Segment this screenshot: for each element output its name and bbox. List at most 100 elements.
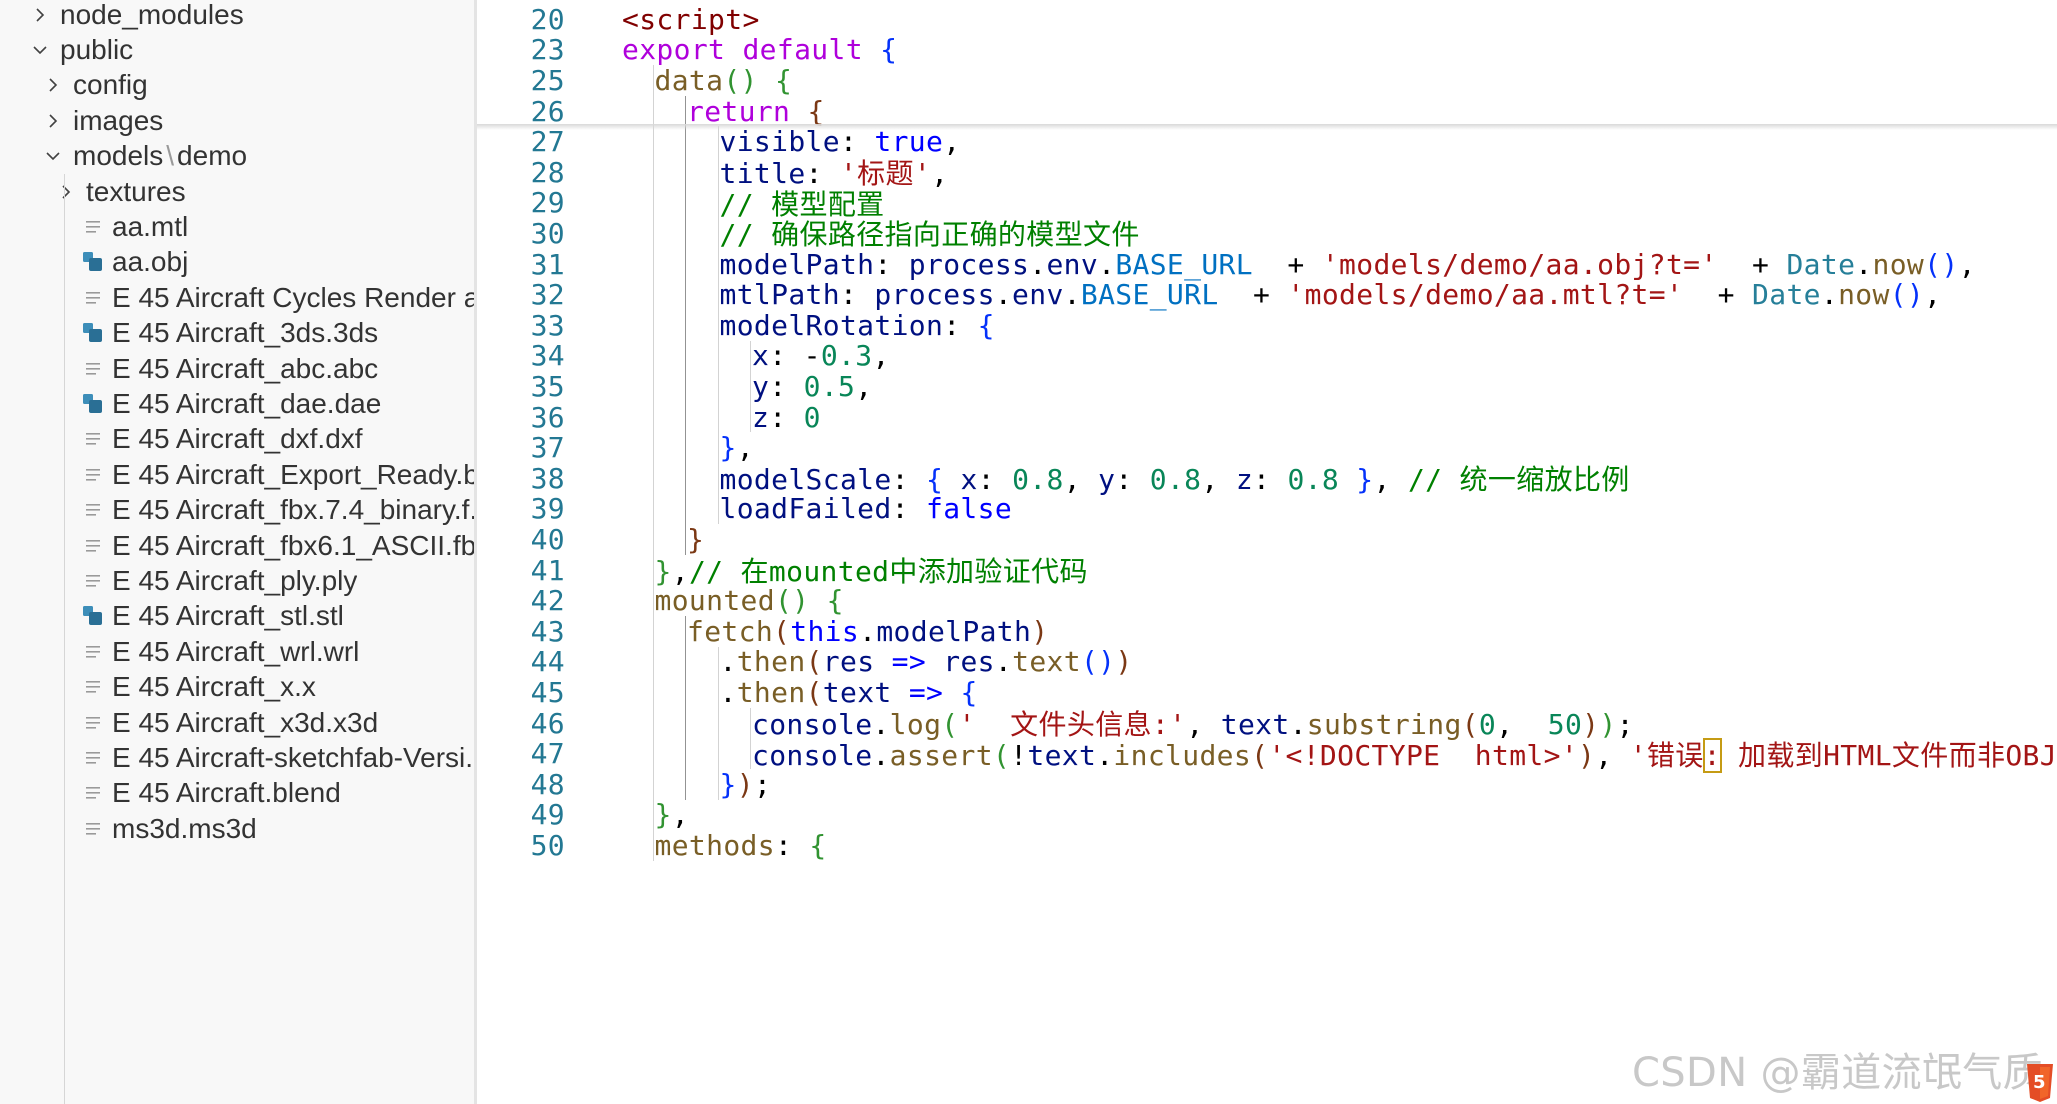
explorer-file[interactable]: E 45 Aircraft_dae.dae [0,386,474,421]
explorer-folder[interactable]: node_modules [0,0,474,32]
code-line[interactable]: 31 modelPath: process.env.BASE_URL + 'mod… [477,247,2057,281]
explorer-item-label: E 45 Aircraft_stl.stl [112,600,344,632]
chevron-right-icon[interactable] [41,109,65,133]
explorer-item-label-sub[interactable]: demo [177,140,247,172]
explorer-file[interactable]: E 45 Aircraft_fbx6.1_ASCII.fbx [0,528,474,563]
code-line[interactable]: 26 return { [477,95,2057,128]
code-line[interactable]: 29// 模型配置 [477,186,2057,221]
code-line[interactable]: 28 title: '标题', [477,156,2057,191]
code-line[interactable]: 38 modelScale: { x: 0.8, y: 0.8, z: 0.8 }… [477,462,2057,497]
code-token: // 确保路径指向正确的模型文件 [719,218,1140,252]
code-line[interactable]: 34 x: -0.3, [477,339,2057,373]
chevron-down-icon[interactable] [41,144,65,168]
explorer-file[interactable]: E 45 Aircraft_Export_Ready.b... [0,457,474,492]
code-token: y [752,369,770,403]
explorer-item-label: E 45 Aircraft_fbx6.1_ASCII.fbx [112,529,474,561]
explorer-file[interactable]: E 45 Aircraft_abc.abc [0,351,474,386]
explorer-file[interactable]: ms3d.ms3d [0,811,474,846]
code-line[interactable]: 42 mounted() { [477,584,2057,617]
explorer-item-label: textures [86,175,186,207]
explorer-file[interactable]: E 45 Aircraft_x3d.x3d [0,705,474,740]
chevron-right-icon[interactable] [28,3,52,27]
explorer-file[interactable]: E 45 Aircraft_wrl.wrl [0,634,474,669]
explorer-folder[interactable]: models \ demo [0,139,474,174]
code-token: => [891,645,927,679]
code-token: 0.8 [1012,463,1064,497]
code-line[interactable]: 41},// 在mounted中添加验证代码 [477,554,2057,589]
code-line[interactable]: 27 visible: true, [477,125,2057,158]
code-token: . [1820,278,1839,312]
code-token: ; [753,767,772,801]
code-token: , [671,555,689,589]
explorer-item-label: E 45 Aircraft_fbx.7.4_binary.f... [112,494,474,526]
code-line[interactable]: 50 methods: { [477,828,2057,862]
code-text: return { [687,95,825,128]
code-line[interactable]: 25 data() { [477,64,2057,97]
code-token: + [1717,247,1787,281]
code-line[interactable]: 44 .then(res => res.text()) [477,645,2057,679]
code-token: + [1252,247,1322,281]
explorer-file[interactable]: E 45 Aircraft_fbx.7.4_binary.f... [0,493,474,528]
text-file-icon [82,568,104,594]
line-number: 35 [530,369,565,403]
code-token: { [809,828,827,862]
code-line[interactable]: 20 <script> [477,3,2057,36]
chevron-down-icon[interactable] [28,38,52,62]
code-line[interactable]: 36 z: 0 [477,401,2057,434]
chevron-right-icon[interactable] [54,180,78,204]
code-text: }, [655,798,689,831]
code-line[interactable]: 43 fetch(this.modelPath) [477,615,2057,648]
code-line[interactable]: 49}, [477,798,2057,831]
code-token: , [1201,463,1236,497]
line-number: 37 [530,431,565,465]
code-token: : [774,828,810,862]
code-token: : - [769,339,821,373]
code-token: '<!DOCTYPE html>' [1268,738,1579,772]
code-line[interactable]: 30 // 确保路径指向正确的模型文件 [477,217,2057,252]
explorer-file[interactable]: aa.obj [0,245,474,280]
explorer-file[interactable]: E 45 Aircraft Cycles Render a... [0,280,474,315]
code-token: . [719,645,737,679]
explorer-file[interactable]: E 45 Aircraft_3ds.3ds [0,316,474,351]
explorer-item-label: aa.obj [112,246,189,278]
code-token: x [960,463,978,497]
explorer-file[interactable]: E 45 Aircraft_ply.ply [0,563,474,598]
code-editor[interactable]: 20 <script> 23 export default {25 data() {26… [477,0,2057,1104]
line-number: 23 [530,33,565,67]
explorer-item-label: E 45 Aircraft_x3d.x3d [112,706,379,738]
code-line[interactable]: 48}); [477,767,2057,801]
code-token: } [654,798,672,832]
code-line[interactable]: 32 mtlPath: process.env.BASE_URL + 'model… [477,278,2057,311]
explorer-file[interactable]: E 45 Aircraft-sketchfab-Versi... [0,740,474,775]
explorer-item-label: E 45 Aircraft_Export_Ready.b... [112,458,474,490]
code-token: ( [992,738,1011,772]
code-line[interactable]: 39 loadFailed: false [477,492,2057,525]
explorer-folder[interactable]: config [0,68,474,103]
code-line[interactable]: 23 export default { [477,33,2057,67]
line-number: 44 [530,645,565,679]
code-token: modelPath [719,247,875,281]
chevron-right-icon[interactable] [41,73,65,97]
code-line[interactable]: 47 console.assert(!text.includes('<!DOCTY… [477,737,2057,773]
code-token: } [719,767,737,801]
code-line[interactable]: 33 modelRotation: { [477,309,2057,342]
explorer-folder[interactable]: textures [0,174,474,209]
explorer-file[interactable]: E 45 Aircraft_dxf.dxf [0,422,474,457]
code-token: then [736,645,806,679]
code-text: mtlPath: process.env.BASE_URL + 'models/… [720,278,1942,311]
explorer-file[interactable]: E 45 Aircraft_x.x [0,670,474,705]
explorer-folder[interactable]: public [0,32,474,67]
explorer-folder[interactable]: images [0,103,474,138]
explorer-file[interactable]: E 45 Aircraft_stl.stl [0,599,474,634]
explorer-file[interactable]: E 45 Aircraft.blend [0,776,474,811]
code-text: console.assert(!text.includes('<!DOCTYPE… [752,734,2057,774]
explorer-item-label: E 45 Aircraft_x.x [112,671,316,703]
model-file-icon [82,603,104,629]
explorer-file[interactable]: aa.mtl [0,209,474,244]
code-token: x [752,339,770,373]
code-line[interactable]: 35 y: 0.5, [477,369,2057,403]
code-token: : [874,247,909,281]
explorer-item-label: aa.mtl [112,211,189,243]
